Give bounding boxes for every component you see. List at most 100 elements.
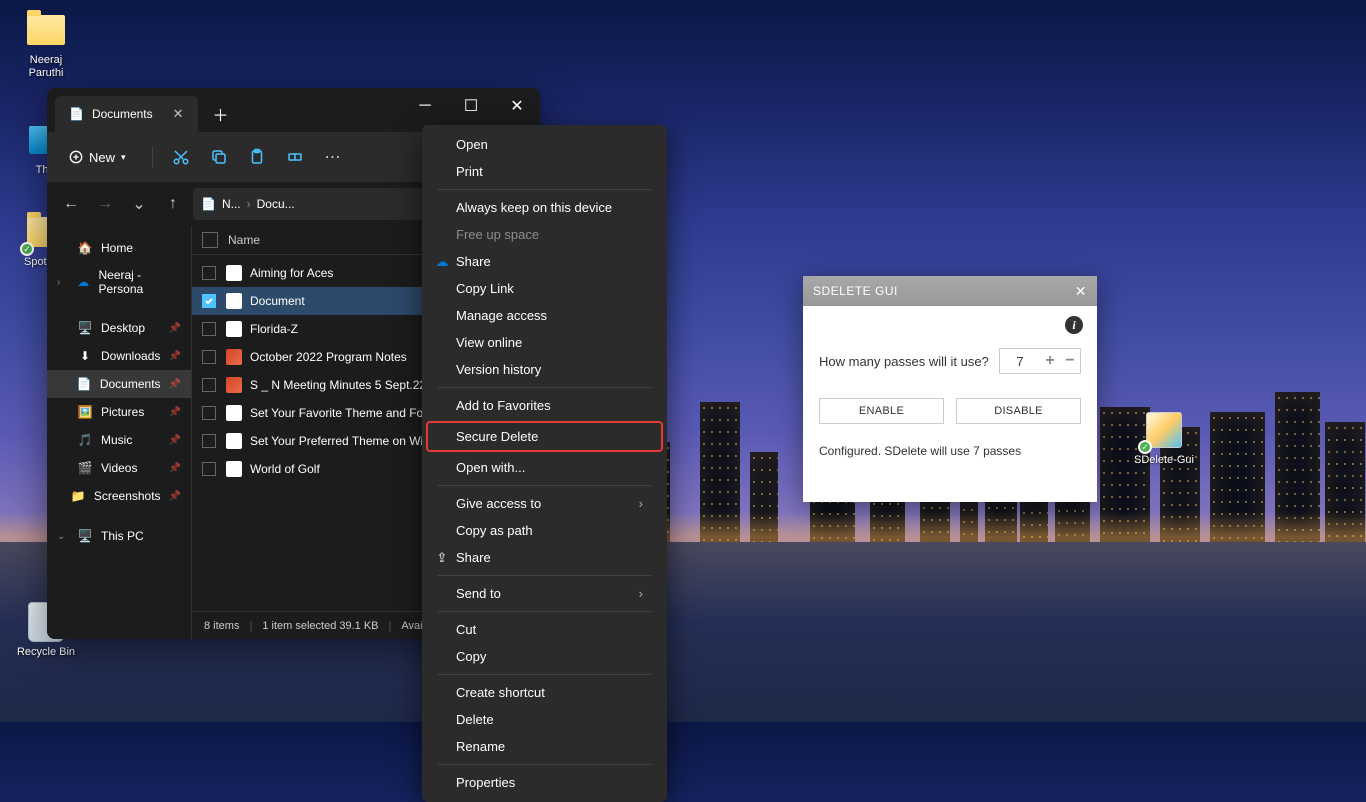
tab-title: Documents <box>92 107 153 121</box>
sdelete-status: Configured. SDelete will use 7 passes <box>819 444 1081 458</box>
sdelete-titlebar[interactable]: SDELETE GUI ✕ <box>803 276 1097 306</box>
context-menu: OpenPrintAlways keep on this deviceFree … <box>422 125 667 802</box>
file-name: Document <box>250 294 305 308</box>
file-name: World of Golf <box>250 462 320 476</box>
file-name: Florida-Z <box>250 322 298 336</box>
copy-button[interactable] <box>209 147 229 167</box>
file-icon <box>226 377 242 393</box>
sidebar-item-downloads[interactable]: ⬇Downloads📌 <box>47 342 191 370</box>
back-button[interactable]: ← <box>57 190 85 218</box>
chevron-right-icon: › <box>639 496 643 511</box>
cloud-icon: ☁ <box>434 254 450 270</box>
sidebar-onedrive[interactable]: ›☁Neeraj - Persona <box>47 262 191 302</box>
file-checkbox[interactable] <box>202 434 216 448</box>
plus-circle-icon <box>69 150 83 164</box>
ctx-add-to-favorites[interactable]: Add to Favorites <box>428 392 661 419</box>
sidebar-icon: ⬇ <box>77 348 93 364</box>
sidebar-icon: 🖼️ <box>77 404 93 420</box>
minimize-button[interactable]: ─ <box>402 88 448 124</box>
pin-icon: 📌 <box>169 323 181 334</box>
ctx-view-online[interactable]: View online <box>428 329 661 356</box>
sdelete-title: SDELETE GUI <box>813 284 898 298</box>
sync-check-icon: ✓ <box>1138 440 1152 454</box>
ctx-give-access-to[interactable]: Give access to› <box>428 490 661 517</box>
sidebar-item-documents[interactable]: 📄Documents📌 <box>47 370 191 398</box>
ctx-copy-link[interactable]: Copy Link <box>428 275 661 302</box>
tab-documents[interactable]: 📄 Documents ✕ <box>55 96 198 132</box>
sidebar-item-pictures[interactable]: 🖼️Pictures📌 <box>47 398 191 426</box>
ctx-version-history[interactable]: Version history <box>428 356 661 383</box>
passes-spinner: 7 + − <box>999 348 1081 374</box>
maximize-button[interactable]: ☐ <box>448 88 494 124</box>
enable-button[interactable]: ENABLE <box>819 398 944 424</box>
sync-check-icon: ✓ <box>20 242 34 256</box>
more-button[interactable]: ⋯ <box>323 147 343 167</box>
select-all-checkbox[interactable] <box>202 232 218 248</box>
pin-icon: 📌 <box>169 407 181 418</box>
paste-button[interactable] <box>247 147 267 167</box>
file-checkbox[interactable] <box>202 266 216 280</box>
ctx-delete[interactable]: Delete <box>428 706 661 733</box>
recent-button[interactable]: ⌄ <box>125 190 153 218</box>
doc-icon: 📄 <box>201 197 216 211</box>
ctx-properties[interactable]: Properties <box>428 769 661 796</box>
sidebar-icon: 🖥️ <box>77 320 93 336</box>
spinner-up[interactable]: + <box>1040 352 1060 370</box>
file-icon <box>226 405 242 421</box>
file-checkbox[interactable] <box>202 294 216 308</box>
sidebar: 🏠Home ›☁Neeraj - Persona 🖥️Desktop📌⬇Down… <box>47 226 192 639</box>
sidebar-thispc[interactable]: ⌄🖥️This PC <box>47 522 191 550</box>
ctx-rename[interactable]: Rename <box>428 733 661 760</box>
cut-button[interactable] <box>171 147 191 167</box>
ctx-always-keep-on-this-device[interactable]: Always keep on this device <box>428 194 661 221</box>
file-name: October 2022 Program Notes <box>250 350 407 364</box>
desktop-icon-neeraj-folder[interactable]: Neeraj Paruthi <box>12 8 80 80</box>
tab-doc-icon: 📄 <box>69 107 84 121</box>
file-checkbox[interactable] <box>202 462 216 476</box>
ctx-create-shortcut[interactable]: Create shortcut <box>428 679 661 706</box>
app-icon <box>1146 412 1182 448</box>
ctx-share[interactable]: ☁Share <box>428 248 661 275</box>
up-button[interactable]: ↑ <box>159 190 187 218</box>
ctx-print[interactable]: Print <box>428 158 661 185</box>
ctx-open-with-[interactable]: Open with... <box>428 454 661 481</box>
passes-value[interactable]: 7 <box>1000 354 1040 369</box>
sidebar-icon: 📁 <box>71 488 86 504</box>
new-button[interactable]: New ▾ <box>61 144 134 171</box>
name-column[interactable]: Name <box>228 233 260 247</box>
forward-button[interactable]: → <box>91 190 119 218</box>
file-checkbox[interactable] <box>202 406 216 420</box>
rename-button[interactable] <box>285 147 305 167</box>
ctx-manage-access[interactable]: Manage access <box>428 302 661 329</box>
tab-add-button[interactable]: ＋ <box>206 99 236 129</box>
close-icon[interactable]: ✕ <box>1075 283 1087 300</box>
sidebar-item-desktop[interactable]: 🖥️Desktop📌 <box>47 314 191 342</box>
ctx-copy-as-path[interactable]: Copy as path <box>428 517 661 544</box>
ctx-open[interactable]: Open <box>428 131 661 158</box>
ctx-secure-delete[interactable]: Secure Delete <box>426 421 663 452</box>
breadcrumb-1[interactable]: Docu... <box>257 197 295 211</box>
info-icon[interactable]: i <box>1065 316 1083 334</box>
disable-button[interactable]: DISABLE <box>956 398 1081 424</box>
file-checkbox[interactable] <box>202 350 216 364</box>
file-checkbox[interactable] <box>202 322 216 336</box>
sidebar-home[interactable]: 🏠Home <box>47 234 191 262</box>
sdelete-window: SDELETE GUI ✕ i How many passes will it … <box>803 276 1097 502</box>
ctx-send-to[interactable]: Send to› <box>428 580 661 607</box>
pin-icon: 📌 <box>169 463 181 474</box>
desktop-icon-sdelete-gui[interactable]: ✓ SDelete-Gui <box>1130 408 1198 467</box>
file-name: Aiming for Aces <box>250 266 333 280</box>
file-checkbox[interactable] <box>202 378 216 392</box>
close-button[interactable]: ✕ <box>494 88 540 124</box>
ctx-share[interactable]: ⇪Share <box>428 544 661 571</box>
ctx-cut[interactable]: Cut <box>428 616 661 643</box>
ctx-copy[interactable]: Copy <box>428 643 661 670</box>
sidebar-item-videos[interactable]: 🎬Videos📌 <box>47 454 191 482</box>
tab-close-icon[interactable]: ✕ <box>173 106 184 122</box>
sidebar-item-screenshots[interactable]: 📁Screenshots📌 <box>47 482 191 510</box>
breadcrumb-0[interactable]: N... <box>222 197 241 211</box>
chevron-right-icon: › <box>639 586 643 601</box>
spinner-down[interactable]: − <box>1060 352 1080 370</box>
sidebar-item-music[interactable]: 🎵Music📌 <box>47 426 191 454</box>
file-icon <box>226 461 242 477</box>
